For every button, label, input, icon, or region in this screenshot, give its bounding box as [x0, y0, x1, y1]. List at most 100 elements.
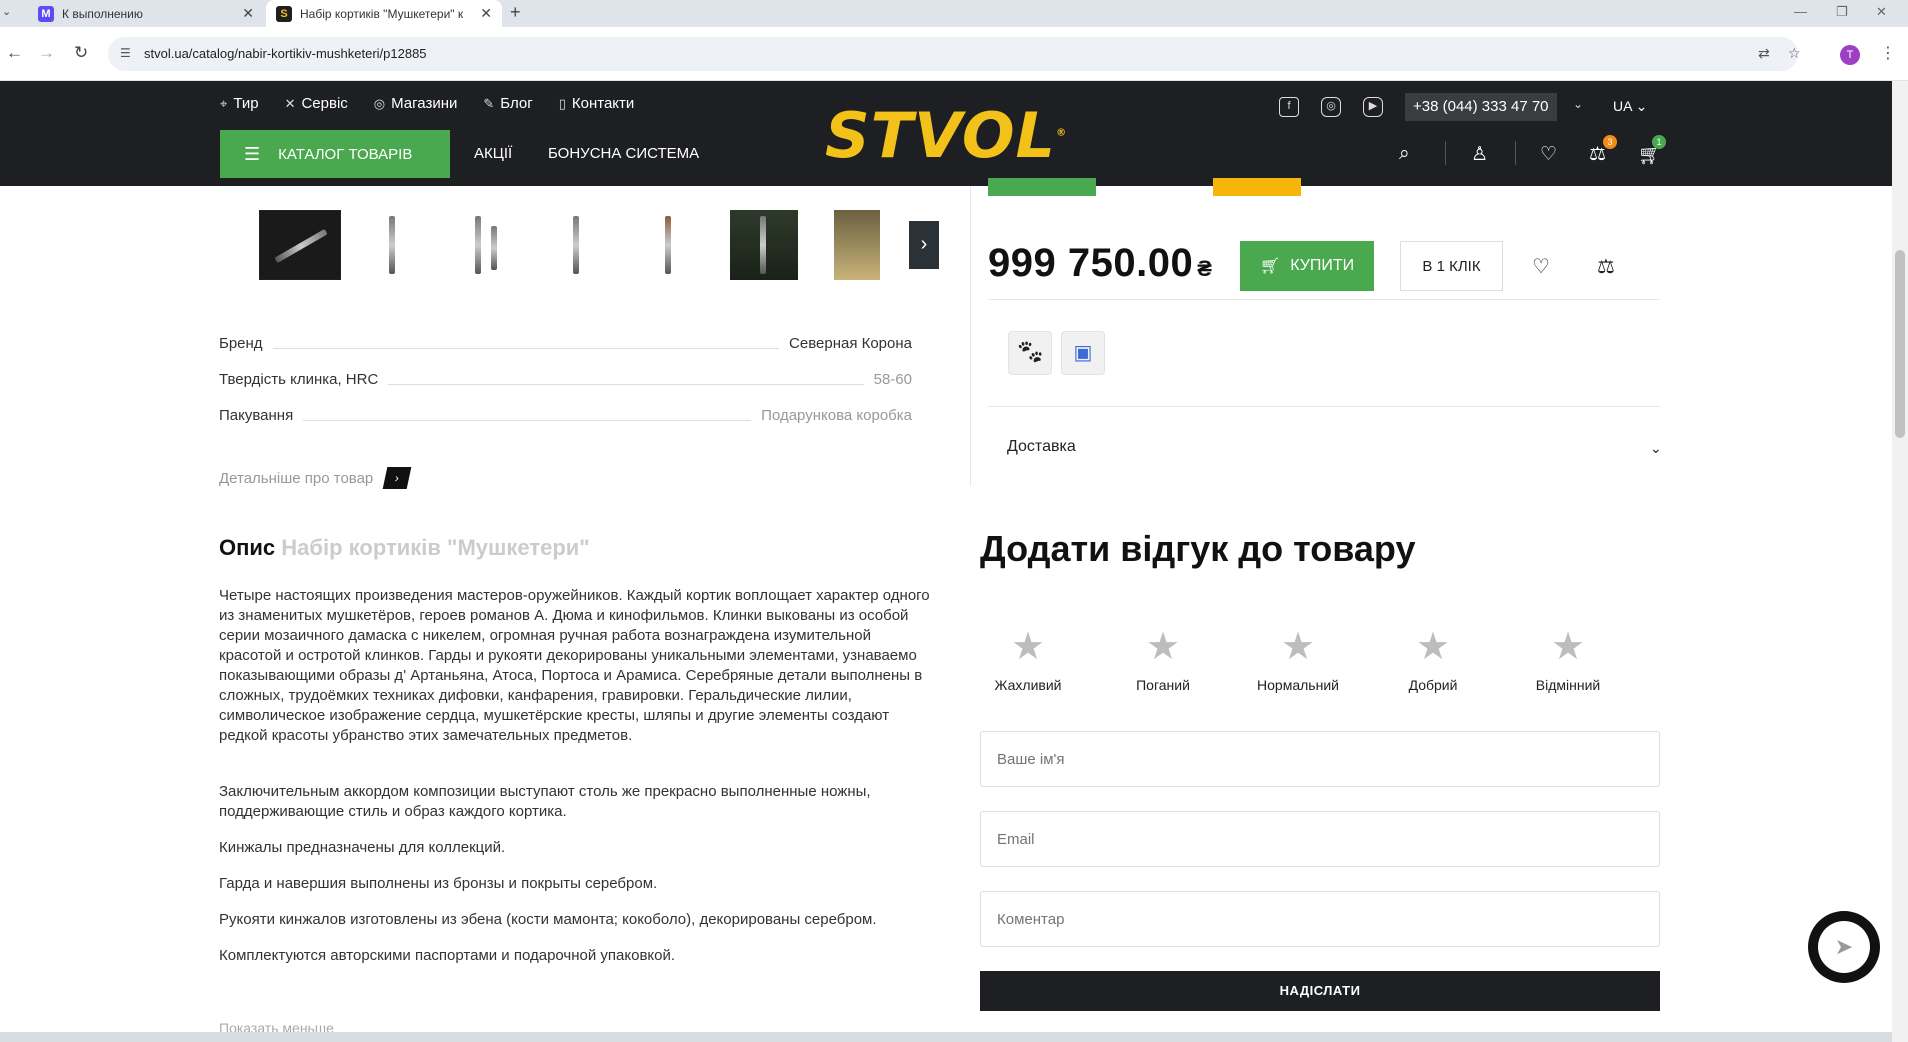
instagram-icon[interactable]: ◎	[1321, 97, 1341, 117]
nav-item-stores[interactable]: ◎ Магазини	[374, 95, 458, 112]
box-icon[interactable]: ▣	[1061, 331, 1105, 375]
scrollbar-thumb[interactable]	[1895, 250, 1905, 438]
browser-tab-inactive[interactable]: M К выполнению ✕	[28, 0, 264, 27]
browser-menu-icon[interactable]: ⋮	[1880, 43, 1896, 63]
thumbnail-image[interactable]	[834, 210, 880, 280]
browser-tabbar: ⌄ M К выполнению ✕ S Набір кортиків "Муш…	[0, 0, 1908, 27]
review-form-title: Додати відгук до товару	[980, 528, 1416, 569]
stvol-logo[interactable]: STVOL®	[825, 99, 1067, 172]
rating-label: Відмінний	[1535, 677, 1601, 693]
email-input[interactable]	[980, 811, 1660, 867]
arrow-right-icon: ›	[382, 467, 412, 489]
os-taskbar	[0, 1032, 1892, 1042]
compare-icon[interactable]: ⚖	[1589, 143, 1606, 166]
knife-shape	[665, 216, 671, 274]
reload-icon[interactable]: ↻	[74, 43, 88, 63]
new-tab-icon[interactable]: +	[510, 2, 521, 23]
profile-avatar[interactable]: T	[1840, 45, 1860, 65]
lang-label: UA	[1613, 98, 1632, 114]
window-close-icon[interactable]: ✕	[1876, 4, 1887, 20]
more-details-label: Детальніше про товар	[219, 469, 374, 487]
thumbnail-image[interactable]	[627, 210, 709, 280]
knife-shape	[491, 226, 497, 270]
comment-input[interactable]	[980, 891, 1660, 947]
nav-item-blog[interactable]: ✎ Блог	[483, 95, 532, 112]
paw-icon[interactable]: 🐾︎	[1008, 331, 1052, 375]
search-icon[interactable]: ⌕	[1399, 143, 1410, 165]
rating-option[interactable]: ★ Поганий	[1093, 627, 1233, 693]
header-divider	[1445, 141, 1446, 165]
attribute-row: Бренд Северная Корона	[219, 335, 912, 352]
pen-icon: ✎	[483, 95, 495, 111]
bookmark-star-icon[interactable]: ☆	[1788, 45, 1801, 62]
product-price: 999 750.00 ₴	[988, 241, 1212, 286]
nav-item-service[interactable]: ✕ Сервіс	[285, 95, 348, 112]
submit-review-button[interactable]: НАДІСЛАТИ	[980, 971, 1660, 1011]
description-heading: Опис	[219, 535, 276, 560]
thumbnail-image[interactable]	[351, 210, 433, 280]
catalog-button[interactable]: ☰ КАТАЛОГ ТОВАРІВ	[220, 130, 450, 178]
one-click-buy-button[interactable]: В 1 КЛІК	[1400, 241, 1503, 291]
catalog-label: КАТАЛОГ ТОВАРІВ	[278, 145, 413, 163]
url-text[interactable]: stvol.ua/catalog/nabir-kortikiv-mushkete…	[144, 46, 427, 61]
knife-shape	[389, 216, 395, 274]
rating-option[interactable]: ★ Нормальний	[1228, 627, 1368, 693]
user-icon[interactable]: ♙	[1471, 143, 1488, 166]
phone-number[interactable]: +38 (044) 333 47 70	[1405, 93, 1557, 121]
facebook-icon[interactable]: f	[1279, 97, 1299, 117]
bonus-link[interactable]: БОНУСНА СИСТЕМА	[548, 145, 699, 162]
description-paragraph: Четыре настоящих произведения мастеров-о…	[219, 587, 930, 744]
tools-icon: ✕	[284, 95, 296, 111]
header-divider	[1515, 141, 1516, 165]
site-info-icon[interactable]: ☰	[120, 46, 131, 60]
chevron-down-icon[interactable]: ⌄	[1650, 440, 1662, 457]
nav-item-contacts[interactable]: ▯ Контакти	[559, 95, 635, 112]
attribute-leader	[303, 411, 752, 421]
more-details-link[interactable]: Детальніше про товар ›	[219, 467, 412, 489]
description-paragraph: Кинжалы предназначены для коллекций.	[219, 839, 506, 856]
youtube-icon[interactable]: ▶	[1363, 97, 1383, 117]
minimize-icon[interactable]: —	[1794, 4, 1807, 19]
chevron-down-icon[interactable]: ⌄	[1573, 97, 1583, 111]
buy-button[interactable]: 🛒︎ КУПИТИ	[1240, 241, 1374, 291]
star-icon: ★	[1415, 626, 1451, 668]
language-selector[interactable]: UA ⌄	[1613, 98, 1647, 115]
rating-option[interactable]: ★ Жахливий	[958, 627, 1098, 693]
thumbnail-image[interactable]	[443, 210, 525, 280]
browser-tab-active[interactable]: S Набір кортиків "Мушкетери" к ✕	[266, 0, 502, 27]
page-scrollbar[interactable]	[1892, 81, 1908, 1042]
rating-label: Поганий	[1136, 677, 1190, 693]
thumbnail-image[interactable]	[730, 210, 798, 280]
thumbnail-image[interactable]	[535, 210, 617, 280]
close-tab-icon[interactable]: ✕	[242, 5, 254, 22]
thumbnail-image[interactable]	[259, 210, 341, 280]
rating-option[interactable]: ★ Відмінний	[1498, 627, 1638, 693]
name-input[interactable]	[980, 731, 1660, 787]
nav-label: Магазини	[391, 95, 458, 112]
buy-label: КУПИТИ	[1290, 257, 1355, 274]
close-tab-icon[interactable]: ✕	[480, 5, 492, 22]
delivery-accordion[interactable]: Доставка	[1007, 438, 1076, 456]
nav-item-tir[interactable]: ⌖ Тир	[220, 95, 259, 112]
registered-mark: ®	[1056, 127, 1068, 139]
heart-icon[interactable]: ♡	[1540, 143, 1557, 166]
chat-widget-button[interactable]: ➤	[1808, 911, 1880, 983]
rating-label: Жахливий	[994, 677, 1062, 693]
back-icon[interactable]: ←	[6, 43, 23, 63]
attribute-label: Пакування	[219, 407, 294, 424]
description-paragraph: Заключительным аккордом композиции высту…	[219, 783, 871, 820]
description-paragraph: Гарда и навершия выполнены из бронзы и п…	[219, 875, 658, 892]
promo-link[interactable]: АКЦІЇ	[474, 145, 512, 162]
nav-label: Сервіс	[301, 95, 348, 112]
compare-icon[interactable]: ⚖	[1597, 254, 1615, 279]
description-paragraph: Комплектуются авторскими паспортами и по…	[219, 947, 676, 964]
wishlist-heart-icon[interactable]: ♡	[1532, 254, 1550, 279]
address-bar[interactable]: ☰ stvol.ua/catalog/nabir-kortikiv-mushke…	[108, 37, 1801, 71]
translate-icon[interactable]: ⇄	[1758, 45, 1770, 62]
rating-option[interactable]: ★ Добрий	[1363, 627, 1503, 693]
restore-icon[interactable]: ❐	[1836, 4, 1848, 20]
forward-icon[interactable]: →	[38, 43, 55, 63]
tab-search-chevron-icon[interactable]: ⌄	[2, 5, 11, 18]
thumbnail-next-button[interactable]: ›	[909, 221, 939, 269]
attribute-value: 58-60	[873, 371, 912, 388]
